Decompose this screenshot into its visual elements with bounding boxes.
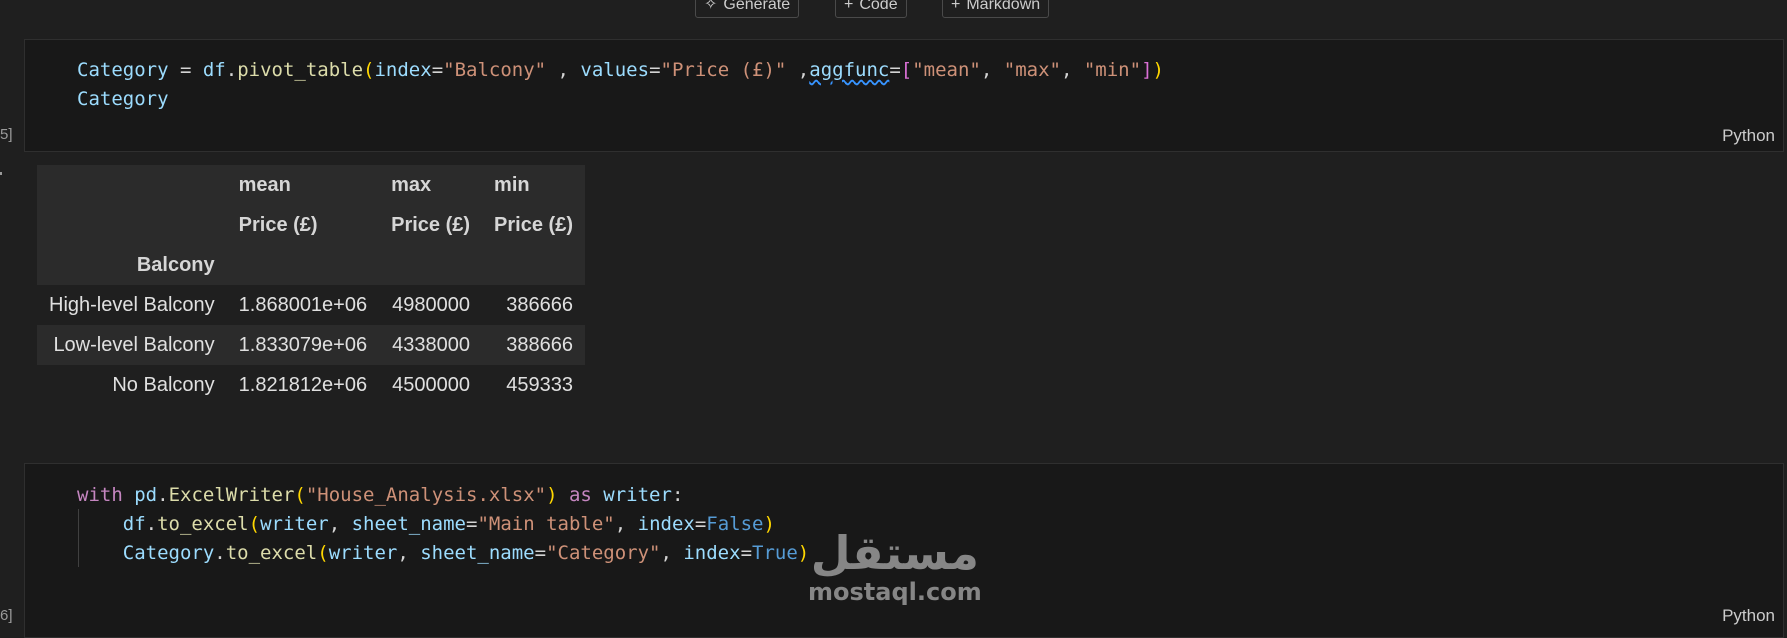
column-header: mean: [238, 173, 291, 196]
dataframe-output: mean max min Price (£) Price (£) Price (…: [37, 165, 585, 405]
sparkle-icon: ✧: [704, 0, 718, 13]
table-header-row: Price (£) Price (£) Price (£): [37, 205, 585, 245]
code-cell-pivot[interactable]: Category = df.pivot_table(index="Balcony…: [24, 39, 1784, 152]
plus-icon: +: [844, 0, 854, 13]
row-label: Low-level Balcony: [53, 333, 215, 356]
watermark-arabic: مستقل: [810, 526, 979, 580]
code-line: Category = df.pivot_table(index="Balcony…: [77, 59, 1164, 81]
row-label: No Balcony: [112, 373, 215, 396]
cell-max: 4338000: [392, 333, 471, 356]
markdown-label: Markdown: [966, 0, 1041, 13]
code-line: Category.to_excel(writer, sheet_name="Ca…: [122, 542, 810, 564]
index-name: Balcony: [136, 253, 215, 276]
code-editor[interactable]: Category = df.pivot_table(index="Balcony…: [77, 56, 1164, 114]
language-label[interactable]: Python: [1722, 606, 1775, 626]
cell-max: 4500000: [392, 373, 471, 396]
cell-execution-count: 6]: [0, 607, 13, 624]
code-line: Category: [77, 88, 169, 110]
add-markdown-cell-button[interactable]: + Markdown: [942, 0, 1050, 18]
code-editor[interactable]: with pd.ExcelWriter("House_Analysis.xlsx…: [77, 481, 809, 568]
watermark-latin: mostaql.com: [808, 578, 982, 606]
table-row: No Balcony 1.821812e+06 4500000 459333: [37, 365, 585, 405]
generate-button[interactable]: ✧ Generate: [695, 0, 800, 18]
cell-mean: 1.821812e+06: [238, 373, 368, 396]
code-line: df.to_excel(writer, sheet_name="Main tab…: [122, 513, 775, 535]
code-line: with pd.ExcelWriter("House_Analysis.xlsx…: [77, 484, 684, 506]
row-label: High-level Balcony: [49, 293, 215, 316]
column-header: Price (£): [494, 213, 573, 236]
cell-mean: 1.833079e+06: [238, 333, 368, 356]
table-header-row: mean max min: [37, 165, 585, 205]
column-header: min: [494, 173, 530, 196]
cell-mean: 1.868001e+06: [238, 293, 368, 316]
cell-execution-count: 5]: [0, 126, 13, 143]
cell-max: 4980000: [392, 293, 471, 316]
cell-min: 459333: [506, 373, 573, 396]
mostaql-watermark: مستقل mostaql.com: [808, 528, 982, 606]
table-row: Low-level Balcony 1.833079e+06 4338000 3…: [37, 325, 585, 365]
cell-min: 386666: [506, 293, 573, 316]
language-label[interactable]: Python: [1722, 126, 1775, 146]
column-header: max: [391, 173, 432, 196]
add-code-cell-button[interactable]: + Code: [835, 0, 907, 18]
index-name-row: Balcony: [37, 245, 585, 285]
column-header: Price (£): [391, 213, 471, 236]
column-header: Price (£): [238, 213, 318, 236]
plus-icon: +: [951, 0, 961, 13]
table-row: High-level Balcony 1.868001e+06 4980000 …: [37, 285, 585, 325]
code-label: Code: [859, 0, 898, 13]
generate-label: Generate: [723, 0, 791, 13]
cell-min: 388666: [506, 333, 573, 356]
output-marker: [0, 172, 2, 175]
